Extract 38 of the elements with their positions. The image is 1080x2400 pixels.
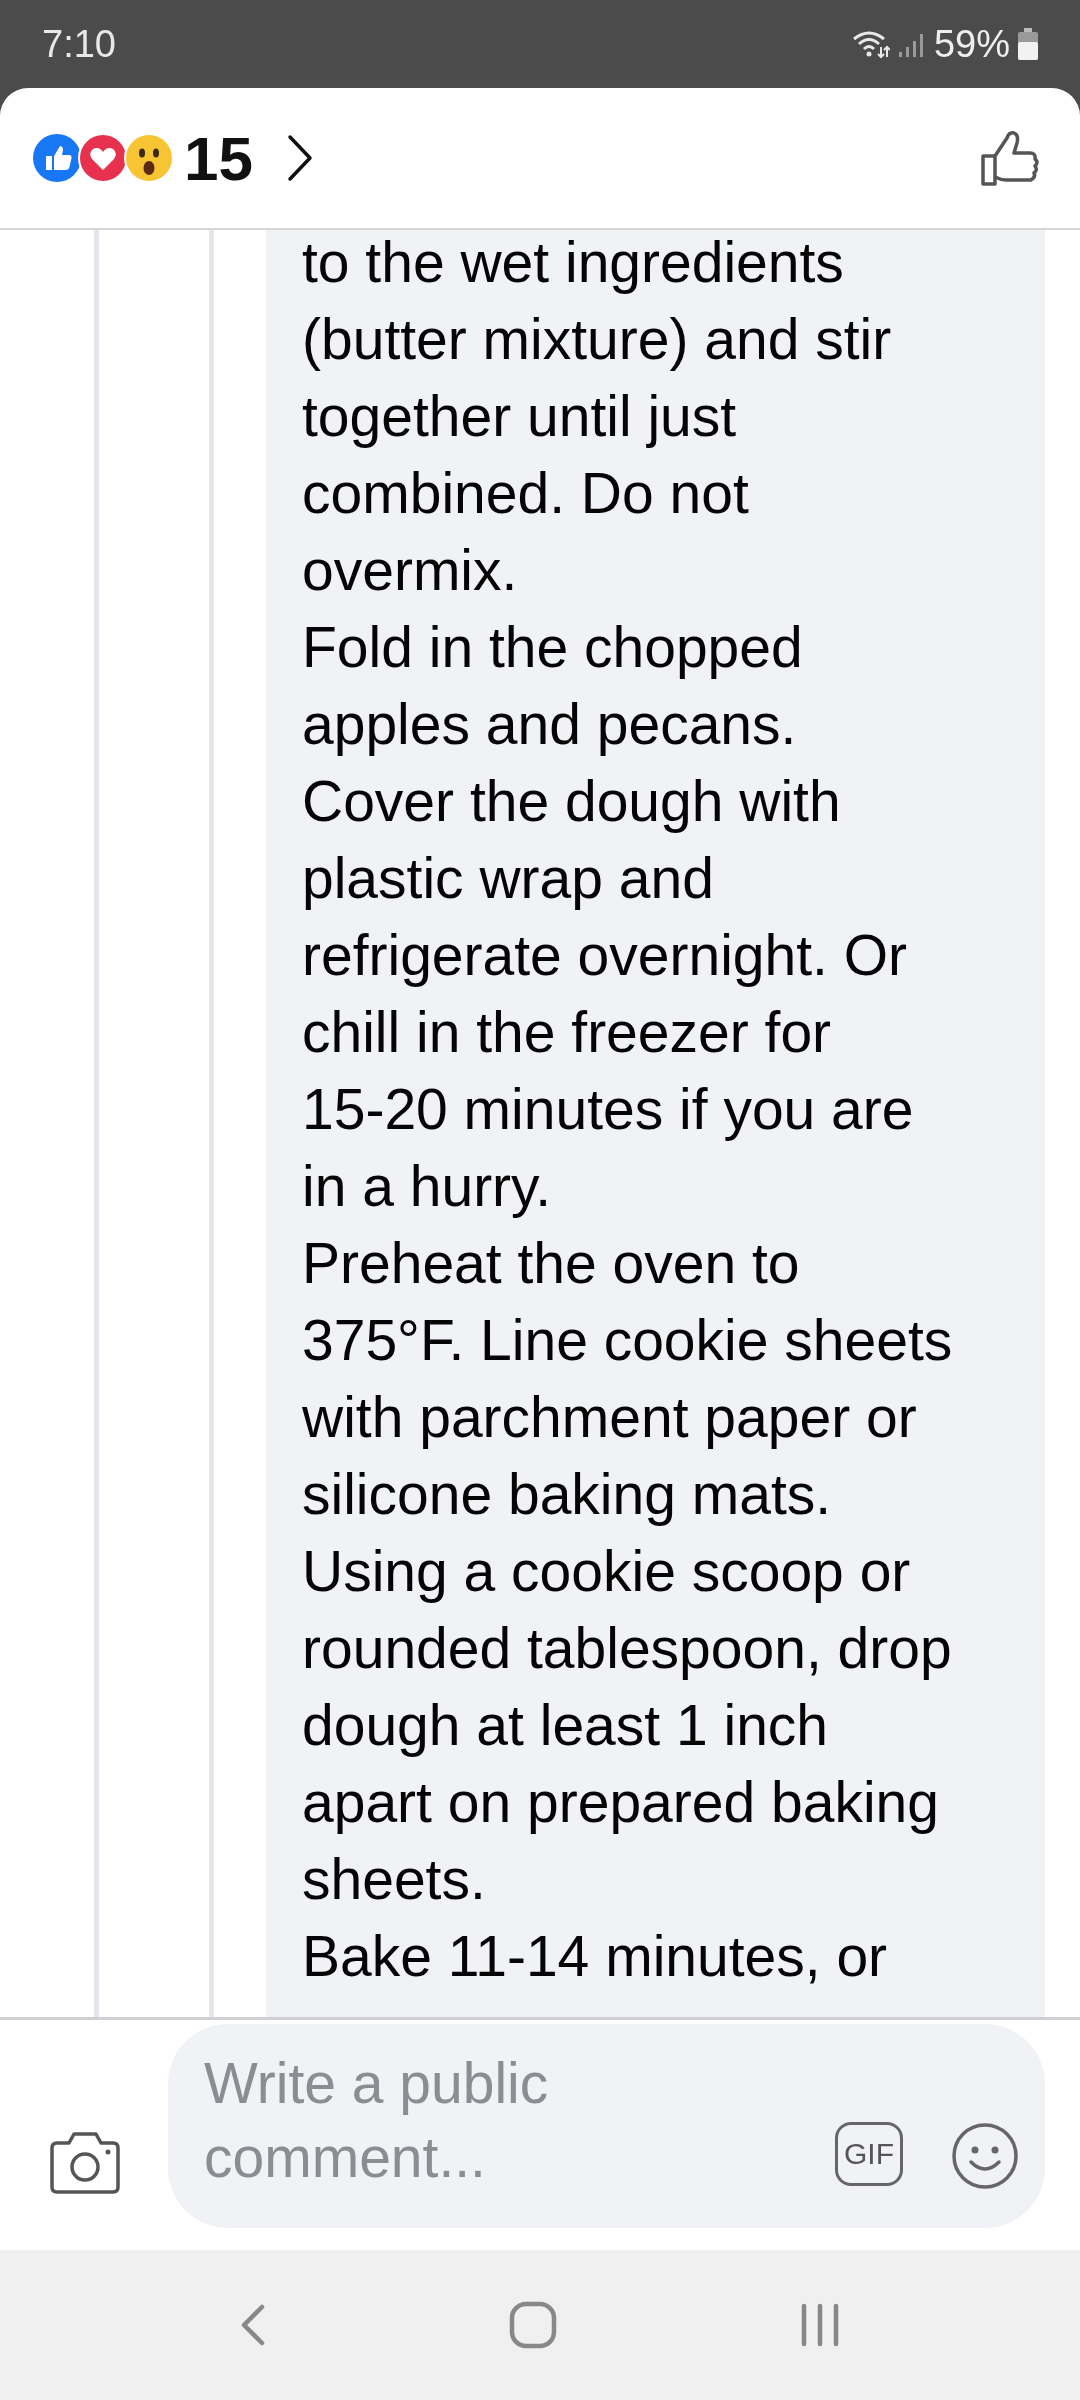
comment-text-line: Preheat the oven to <box>302 1230 801 1297</box>
chevron-right-icon[interactable] <box>286 134 313 182</box>
comment-text-line: sheets. <box>302 1846 487 1913</box>
comment-input[interactable]: Write a public comment... GIF <box>168 2024 1045 2228</box>
home-icon[interactable] <box>508 2300 558 2350</box>
comment-text-line: Using a cookie scoop or <box>302 1538 912 1605</box>
comment-text-line: 375°F. Line cookie sheets <box>302 1307 954 1374</box>
comment-text-line: silicone baking mats. <box>302 1461 833 1528</box>
comment-text-line: together until just <box>302 383 738 450</box>
emoji-icon[interactable] <box>951 2122 1019 2190</box>
comment-text-line: Cover the dough with <box>302 768 842 835</box>
comment-text-line: Bake 11-14 minutes, or <box>302 1923 889 1990</box>
heart-reaction-icon <box>78 133 128 183</box>
wifi-icon <box>851 29 890 59</box>
camera-icon[interactable] <box>48 2130 122 2196</box>
comment-text-line: chill in the freezer for <box>302 999 833 1066</box>
thumbs-up-icon[interactable] <box>980 128 1040 188</box>
comment-text-line: plastic wrap and <box>302 845 715 912</box>
comment-text-line: combined. Do not <box>302 460 750 527</box>
battery-icon <box>1018 28 1038 60</box>
comment-text-line: overmix. <box>302 537 519 604</box>
comment-text-line: dough at least 1 inch <box>302 1692 830 1759</box>
comment-text-line: in a hurry. <box>302 1153 553 1220</box>
comment-text-line: rounded tablespoon, drop <box>302 1615 953 1682</box>
comment-text-line: (butter mixture) and stir <box>302 306 893 373</box>
comment-text-line: 15-20 minutes if you are <box>302 1076 915 1143</box>
comment-text-line: to the wet ingredients <box>302 230 845 296</box>
reaction-count[interactable]: 15 <box>184 122 253 194</box>
clock: 7:10 <box>42 22 116 66</box>
comment-text-line: refrigerate overnight. Or <box>302 922 909 989</box>
comment-text-line: Fold in the chopped <box>302 614 804 681</box>
comment-text-line: apart on prepared baking <box>302 1769 940 1836</box>
comment-text-line: with parchment paper or <box>302 1384 918 1451</box>
gif-button[interactable]: GIF <box>835 2122 903 2186</box>
battery-percent: 59% <box>933 22 1010 66</box>
wow-reaction-icon <box>124 133 174 183</box>
comment-text-line: apples and pecans. <box>302 691 798 758</box>
like-reaction-icon <box>32 133 82 183</box>
